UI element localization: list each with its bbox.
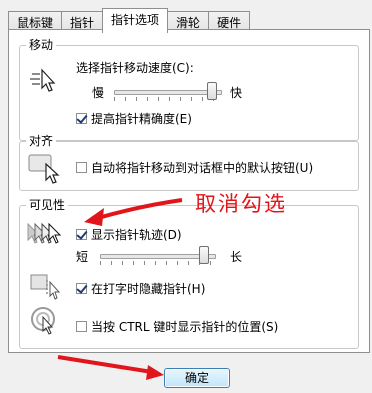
trails-checkbox[interactable] [76, 229, 87, 240]
trail-length-slider[interactable] [100, 246, 216, 266]
speed-label: 选择指针移动速度(C): [76, 61, 194, 75]
ctrl-option[interactable]: 当按 CTRL 键时显示指针的位置(S) [76, 318, 278, 335]
speed-slider-track [114, 90, 222, 95]
tab-panel: 移动 选择指针移动速度(C): 慢 快 提高指针精确度(E) 对齐 自动将指针移… [8, 29, 370, 353]
long-label: 长 [230, 250, 243, 264]
short-label: 短 [76, 250, 89, 264]
speed-slider[interactable] [114, 82, 222, 102]
pointer-speed-icon [28, 64, 60, 99]
hide-label: 在打字时隐藏指针(H) [91, 282, 206, 296]
precision-label: 提高指针精确度(E) [91, 112, 192, 126]
hide-pointer-icon [30, 272, 61, 305]
annotation-text: 取消勾选 [195, 192, 287, 216]
snap-checkbox[interactable] [76, 162, 87, 173]
snap-label: 自动将指针移动到对话框中的默认按钮(U) [91, 161, 314, 175]
hide-checkbox[interactable] [76, 283, 87, 294]
ctrl-label: 当按 CTRL 键时显示指针的位置(S) [91, 320, 279, 334]
precision-option[interactable]: 提高指针精确度(E) [76, 110, 192, 127]
show-location-icon [30, 306, 62, 341]
fast-label: 快 [230, 86, 243, 100]
trail-slider-thumb[interactable] [199, 246, 209, 264]
tab-strip: 鼠标键 指针 指针选项 滑轮 硬件 [8, 8, 251, 33]
trails-label: 显示指针轨迹(D) [91, 228, 182, 242]
visibility-group-title: 可见性 [26, 197, 69, 213]
snap-option[interactable]: 自动将指针移动到对话框中的默认按钮(U) [76, 159, 313, 176]
snap-to-icon [28, 152, 62, 189]
motion-group-title: 移动 [26, 37, 57, 53]
snap-group: 对齐 自动将指针移动到对话框中的默认按钮(U) [19, 133, 359, 191]
ctrl-checkbox[interactable] [76, 321, 87, 332]
tab-pointer-options[interactable]: 指针选项 [102, 8, 169, 33]
speed-slider-ticks [114, 97, 222, 101]
slow-label: 慢 [92, 86, 105, 100]
snap-group-title: 对齐 [26, 133, 57, 149]
precision-checkbox[interactable] [76, 113, 87, 124]
hide-option[interactable]: 在打字时隐藏指针(H) [76, 280, 205, 297]
trails-option[interactable]: 显示指针轨迹(D) [76, 226, 182, 243]
speed-slider-thumb[interactable] [207, 82, 217, 100]
ok-button[interactable]: 确定 [164, 368, 230, 388]
motion-group: 移动 选择指针移动速度(C): 慢 快 提高指针精确度(E) [19, 37, 359, 141]
visibility-group: 可见性 显示指针轨迹(D) 短 长 在打字时隐藏指针(H) 当按 CTRL 键时… [19, 197, 359, 349]
pointer-trails-icon [24, 220, 66, 253]
